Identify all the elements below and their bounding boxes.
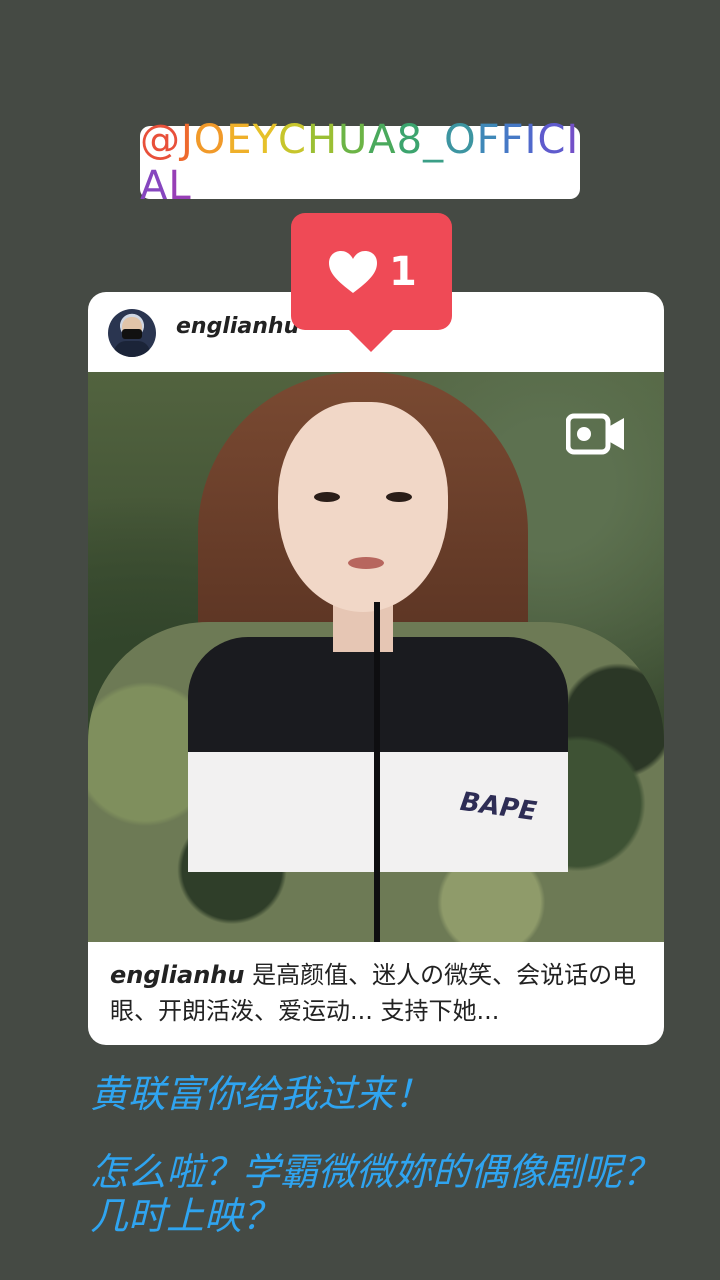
heart-icon [329, 251, 377, 293]
jacket-zipper [374, 602, 380, 942]
post-username[interactable]: englianhu [176, 314, 299, 339]
video-icon [566, 413, 624, 455]
mention-label: @JOEYCHUA8_OFFICIAL [140, 116, 580, 209]
message-line-1: 黄联富你给我过来！ [90, 1072, 433, 1116]
photo-face [278, 402, 448, 612]
like-badge[interactable]: 1 [291, 213, 452, 352]
post-caption: englianhu 是高颜值、迷人の微笑、会说话の电眼、开朗活泼、爱运动... … [110, 957, 642, 1029]
post-photo[interactable]: BAPE [88, 372, 664, 942]
avatar[interactable] [108, 309, 156, 357]
caption-username[interactable]: englianhu [110, 961, 244, 989]
mention-sticker[interactable]: @JOEYCHUA8_OFFICIAL [140, 117, 580, 209]
post-card[interactable]: englianhu BAPE englianhu 是高颜值、迷人の微笑、会说话の… [88, 292, 664, 1045]
like-count: 1 [389, 249, 417, 295]
message-line-2: 怎么啦？学霸微微妳的偶像剧呢？几时上映？ [90, 1150, 661, 1238]
